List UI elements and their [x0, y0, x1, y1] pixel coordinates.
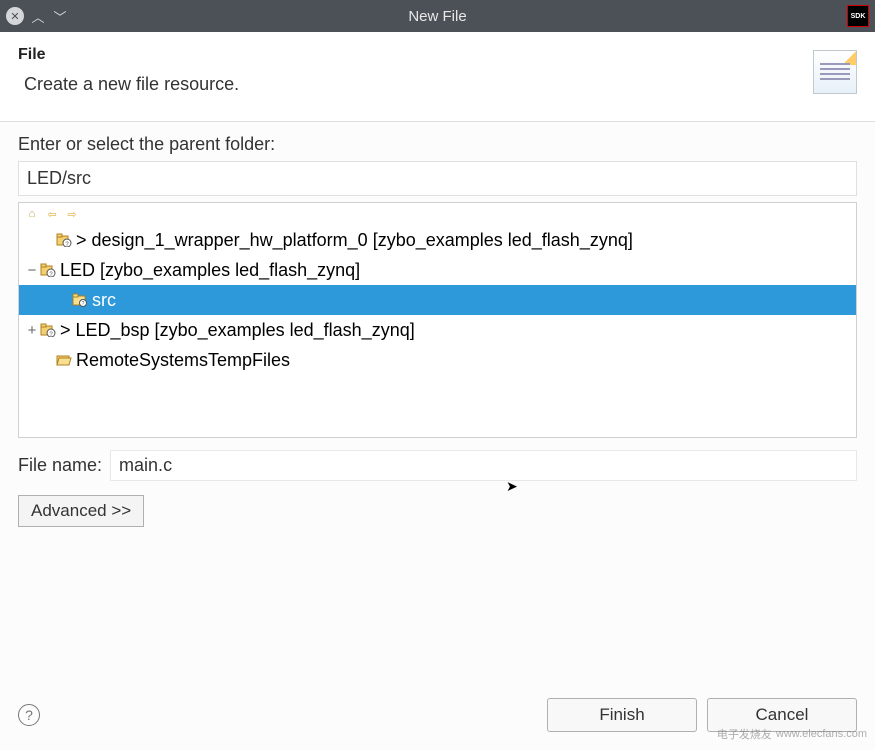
- project-icon: ?: [55, 232, 73, 248]
- tree-item[interactable]: ? src: [19, 285, 856, 315]
- header-section: File Create a new file resource.: [0, 32, 875, 122]
- home-icon[interactable]: ⌂: [25, 207, 39, 221]
- expand-marker[interactable]: −: [25, 262, 39, 279]
- tree-item-label: LED [zybo_examples led_flash_zynq]: [60, 260, 360, 281]
- tree-item[interactable]: RemoteSystemsTempFiles: [19, 345, 856, 375]
- tree-item[interactable]: +?> LED_bsp [zybo_examples led_flash_zyn…: [19, 315, 856, 345]
- tree-item-label: RemoteSystemsTempFiles: [76, 350, 290, 371]
- parent-folder-input[interactable]: [18, 161, 857, 196]
- close-icon[interactable]: ✕: [6, 7, 24, 25]
- advanced-button[interactable]: Advanced >>: [18, 495, 144, 527]
- project-icon: ?: [39, 262, 57, 278]
- page-description: Create a new file resource.: [18, 74, 813, 95]
- footer-buttons: Finish Cancel: [547, 698, 857, 732]
- titlebar-right: SDK: [847, 5, 869, 27]
- filename-input[interactable]: [110, 450, 857, 481]
- project-icon: ?: [39, 322, 57, 338]
- help-icon[interactable]: ?: [18, 704, 40, 726]
- finish-button[interactable]: Finish: [547, 698, 697, 732]
- back-icon[interactable]: ⇦: [45, 207, 59, 221]
- footer: ? Finish Cancel: [0, 686, 875, 750]
- main-section: Enter or select the parent folder: ⌂ ⇦ ⇨…: [0, 122, 875, 686]
- forward-icon[interactable]: ⇨: [65, 207, 79, 221]
- folder-open-icon: [55, 352, 73, 368]
- arrow-down-icon[interactable]: ﹀: [52, 7, 68, 26]
- cancel-button[interactable]: Cancel: [707, 698, 857, 732]
- svg-text:?: ?: [82, 301, 85, 307]
- sdk-app-icon: SDK: [847, 5, 869, 27]
- file-icon: [813, 50, 857, 94]
- tree-item-label: src: [92, 290, 116, 311]
- tree-toolbar: ⌂ ⇦ ⇨: [19, 203, 856, 225]
- tree-item[interactable]: −?LED [zybo_examples led_flash_zynq]: [19, 255, 856, 285]
- expand-marker[interactable]: +: [25, 322, 39, 339]
- tree-item-label: > LED_bsp [zybo_examples led_flash_zynq]: [60, 320, 415, 341]
- tree-item[interactable]: ?> design_1_wrapper_hw_platform_0 [zybo_…: [19, 225, 856, 255]
- page-title: File: [18, 46, 813, 64]
- arrow-up-icon[interactable]: ︿: [30, 7, 46, 26]
- window-controls: ✕ ︿ ﹀: [6, 7, 68, 26]
- folder-icon: ?: [71, 292, 89, 308]
- dialog-content: File Create a new file resource. Enter o…: [0, 32, 875, 750]
- tree-body[interactable]: ?> design_1_wrapper_hw_platform_0 [zybo_…: [19, 225, 856, 375]
- window-title: New File: [408, 8, 466, 25]
- filename-label: File name:: [18, 455, 102, 476]
- parent-folder-label: Enter or select the parent folder:: [18, 134, 857, 155]
- tree-item-label: > design_1_wrapper_hw_platform_0 [zybo_e…: [76, 230, 633, 251]
- filename-row: File name:: [18, 450, 857, 481]
- folder-tree: ⌂ ⇦ ⇨ ?> design_1_wrapper_hw_platform_0 …: [18, 202, 857, 438]
- titlebar: ✕ ︿ ﹀ New File SDK: [0, 0, 875, 32]
